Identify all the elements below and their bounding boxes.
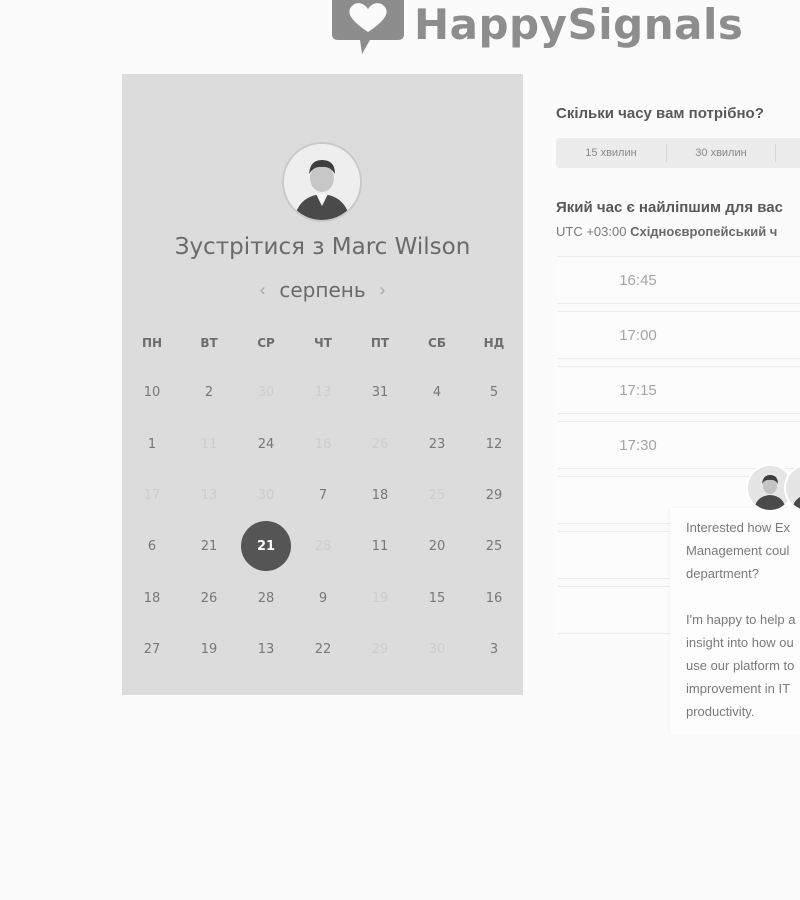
calendar-day: 13 — [314, 384, 332, 400]
calendar-day[interactable]: 4 — [412, 367, 462, 417]
chat-popup[interactable]: Interested how Ex Management coul depart… — [670, 508, 800, 734]
time-slot-label: 17:30 — [619, 436, 657, 454]
calendar-day[interactable]: 7 — [298, 470, 348, 520]
calendar-day[interactable]: 26 — [184, 573, 234, 623]
weekday-label: ЧТ — [314, 336, 332, 350]
time-slot[interactable]: 16:45 — [558, 256, 800, 304]
chevron-right-icon[interactable]: › — [380, 280, 386, 300]
calendar-day[interactable]: 28 — [241, 573, 291, 623]
calendar-day: 30 — [428, 641, 446, 657]
calendar-day[interactable]: 9 — [298, 573, 348, 623]
duration-option-30[interactable]: 30 хвилин — [667, 138, 775, 168]
calendar-day[interactable]: 11 — [355, 521, 405, 571]
calendar-day[interactable]: 22 — [298, 624, 348, 674]
calendar-day: 26 — [371, 436, 389, 452]
month-navigator: ‹ серпень › — [122, 278, 523, 302]
calendar-day[interactable]: 25 — [469, 521, 519, 571]
time-slot[interactable]: 17:00 — [558, 311, 800, 359]
calendar-day[interactable]: 19 — [184, 624, 234, 674]
time-slot[interactable]: 17:30 — [558, 421, 800, 469]
time-slot-label: 17:00 — [619, 326, 657, 344]
host-avatar — [284, 144, 360, 220]
booking-column: Скільки часу вам потрібно? 15 хвилин 30 … — [556, 0, 800, 900]
calendar-day: 17 — [143, 487, 161, 503]
calendar-day: 25 — [428, 487, 446, 503]
calendar-day: 30 — [257, 384, 275, 400]
calendar-day: 11 — [200, 436, 218, 452]
divider — [775, 144, 776, 162]
weekday-label: ВТ — [200, 336, 218, 350]
timezone-offset: UTC +03:00 — [556, 224, 627, 239]
calendar-day[interactable]: 13 — [241, 624, 291, 674]
chat-message: Interested how Ex Management coul depart… — [686, 520, 796, 719]
time-slot-label: 16:45 — [619, 271, 657, 289]
heart-bubble-icon — [330, 0, 406, 60]
calendar-day: 19 — [371, 590, 389, 606]
calendar-day-selected[interactable]: 21 — [241, 521, 291, 571]
calendar-day[interactable]: 23 — [412, 419, 462, 469]
calendar-day: 16 — [314, 436, 332, 452]
calendar-day[interactable]: 27 — [127, 624, 177, 674]
duration-selector: 15 хвилин 30 хвилин — [556, 138, 800, 168]
calendar-day: 30 — [257, 487, 275, 503]
calendar-day[interactable]: 20 — [412, 521, 462, 571]
calendar-day[interactable]: 10 — [127, 367, 177, 417]
calendar-day[interactable]: 3 — [469, 624, 519, 674]
time-question: Який час є найліпшим для вас — [556, 199, 783, 216]
chevron-left-icon[interactable]: ‹ — [260, 280, 266, 300]
calendar-day[interactable]: 5 — [469, 367, 519, 417]
time-slot[interactable]: 17:15 — [558, 366, 800, 414]
weekday-label: НД — [483, 336, 505, 350]
weekday-label: ПТ — [370, 336, 390, 350]
calendar-day[interactable]: 29 — [469, 470, 519, 520]
month-label: серпень — [279, 278, 366, 302]
duration-option-15[interactable]: 15 хвилин — [556, 138, 666, 168]
time-slot-label: 17:15 — [619, 381, 657, 399]
duration-question: Скільки часу вам потрібно? — [556, 105, 764, 122]
calendar-day[interactable]: 21 — [184, 521, 234, 571]
calendar-day[interactable]: 24 — [241, 419, 291, 469]
calendar-day[interactable]: 2 — [184, 367, 234, 417]
calendar-panel: Зустрітися з Marc Wilson ‹ серпень › ПН … — [122, 74, 523, 695]
weekday-label: СБ — [428, 336, 446, 350]
calendar-day[interactable]: 18 — [355, 470, 405, 520]
timezone-name: Східноєвропейський ч — [630, 224, 778, 239]
calendar-day[interactable]: 12 — [469, 419, 519, 469]
weekday-label: СР — [257, 336, 275, 350]
timezone-label[interactable]: UTC +03:00 Східноєвропейський ч — [556, 224, 777, 239]
calendar-day[interactable]: 15 — [412, 573, 462, 623]
weekday-label: ПН — [141, 336, 163, 350]
calendar-day[interactable]: 31 — [355, 367, 405, 417]
calendar-day: 29 — [371, 641, 389, 657]
calendar-day: 28 — [314, 538, 332, 554]
meeting-title: Зустрітися з Marc Wilson — [174, 234, 471, 260]
calendar-day[interactable]: 18 — [127, 573, 177, 623]
calendar-day: 13 — [200, 487, 218, 503]
calendar-day[interactable]: 6 — [127, 521, 177, 571]
calendar-day[interactable]: 16 — [469, 573, 519, 623]
calendar-day[interactable]: 1 — [127, 419, 177, 469]
